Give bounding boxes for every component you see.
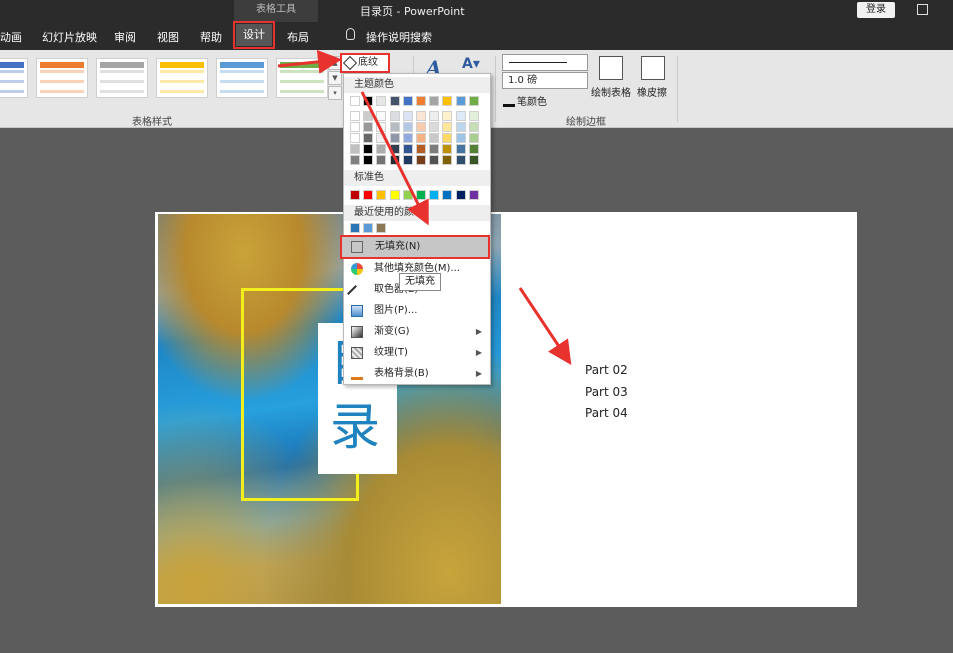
arrow-to-shading xyxy=(277,49,342,74)
arrow-to-slide xyxy=(518,287,572,365)
annotation-arrows xyxy=(277,49,572,365)
arrow-to-no-fill xyxy=(360,91,429,226)
